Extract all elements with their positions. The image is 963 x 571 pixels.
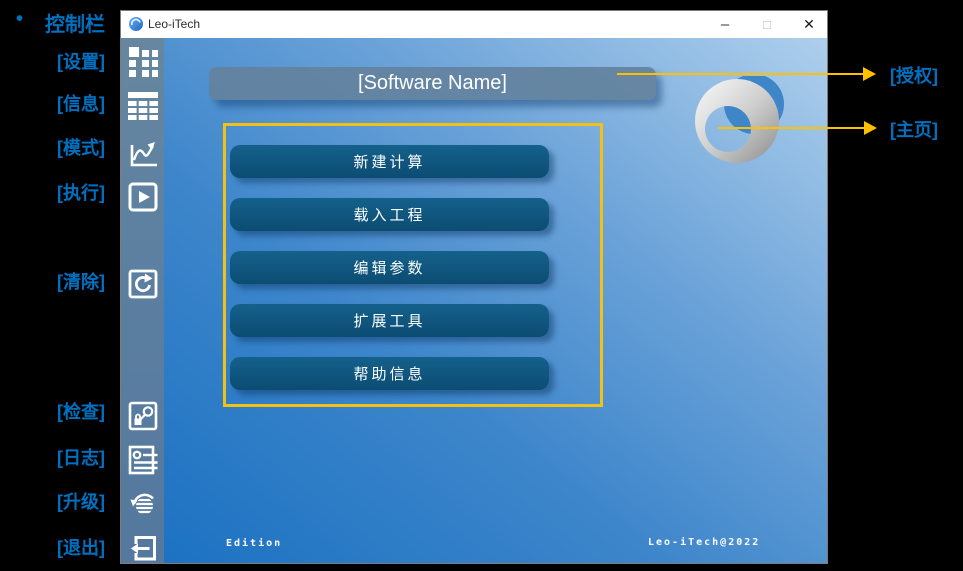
annotation-exit: [退出] (57, 538, 105, 558)
sidebar-item-check[interactable] (128, 401, 158, 431)
extension-tools-button[interactable]: 扩展工具 (230, 304, 549, 337)
grid-icon (129, 47, 158, 77)
edit-parameters-button[interactable]: 编辑参数 (230, 251, 549, 284)
refresh-icon (128, 269, 158, 299)
arrow-head-icon (863, 67, 876, 81)
annotation-license: [授权] (890, 66, 938, 86)
sidebar (121, 38, 164, 563)
home-arrow (718, 121, 878, 135)
edition-label: Edition (226, 538, 283, 549)
annotation-home: [主页] (890, 120, 938, 140)
logout-icon (131, 536, 156, 561)
software-name-banner: [Software Name] (209, 67, 656, 100)
titlebar: Leo-iTech – □ ✕ (121, 11, 827, 38)
annotation-control-bar: 控制栏 (45, 14, 105, 36)
sidebar-item-settings[interactable] (128, 47, 158, 77)
arrow-head-icon (864, 121, 877, 135)
copyright-label: Leo-iTech@2022 (648, 537, 761, 548)
curve-chart-icon (130, 142, 157, 167)
load-project-button[interactable]: 载入工程 (230, 198, 549, 231)
table-icon (128, 92, 158, 120)
sidebar-item-exit[interactable] (128, 533, 158, 563)
app-window: Leo-iTech – □ ✕ [Software Name] 新建计算 载入工… (120, 10, 828, 564)
annotation-mode: [模式] (57, 138, 105, 158)
annotation-info: [信息] (57, 94, 105, 114)
annotation-run: [执行] (57, 183, 105, 203)
sidebar-item-mode[interactable] (128, 138, 158, 168)
document-lines-icon (128, 445, 158, 475)
sidebar-item-log[interactable] (128, 445, 158, 475)
new-calculation-button[interactable]: 新建计算 (230, 145, 549, 178)
annotation-check: [检查] (57, 402, 105, 422)
license-arrow (617, 67, 877, 81)
annotation-clear: [清除] (57, 272, 105, 292)
maximize-button[interactable]: □ (754, 11, 780, 38)
arrow-shaft (617, 73, 863, 75)
sidebar-item-clear[interactable] (128, 269, 158, 299)
annotation-settings: [设置] (57, 52, 105, 72)
app-logo-icon (129, 17, 143, 31)
window-title: Leo-iTech (148, 17, 201, 31)
main-area: [Software Name] 新建计算 载入工程 编辑参数 扩展工具 帮助信息… (164, 38, 827, 563)
sync-sphere-icon (130, 493, 154, 514)
sidebar-item-run[interactable] (128, 182, 158, 212)
arrow-shaft (718, 127, 864, 129)
annotation-upgrade: [升级] (57, 492, 105, 512)
close-button[interactable]: ✕ (796, 11, 822, 38)
annotation-log: [日志] (57, 448, 105, 468)
lock-key-icon (128, 401, 158, 431)
bullet-point: • (16, 8, 24, 30)
minimize-button[interactable]: – (712, 11, 738, 38)
help-info-button[interactable]: 帮助信息 (230, 357, 549, 390)
sidebar-item-info[interactable] (128, 90, 158, 120)
sidebar-item-upgrade[interactable] (128, 489, 158, 519)
play-icon (128, 182, 158, 212)
